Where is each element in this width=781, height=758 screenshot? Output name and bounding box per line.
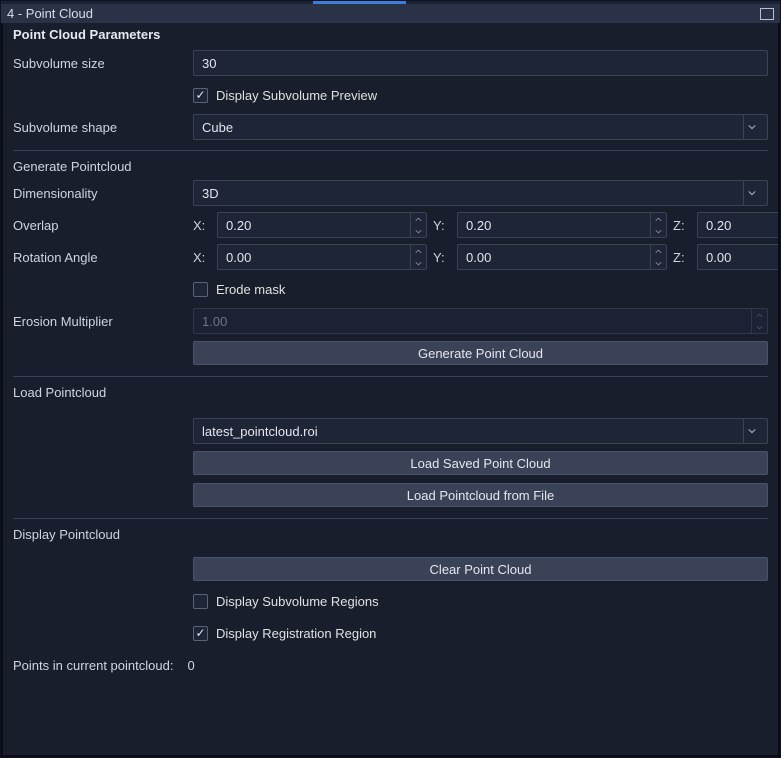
rotation-y-label: Y: bbox=[433, 250, 451, 265]
chevron-down-icon bbox=[743, 181, 759, 205]
erode-mask-label: Erode mask bbox=[216, 282, 285, 297]
load-saved-point-cloud-button[interactable]: Load Saved Point Cloud bbox=[193, 451, 768, 475]
divider bbox=[13, 376, 768, 377]
rotation-label: Rotation Angle bbox=[13, 250, 193, 265]
divider bbox=[13, 150, 768, 151]
rotation-x-label: X: bbox=[193, 250, 211, 265]
overlap-label: Overlap bbox=[13, 218, 193, 233]
spin-up-icon bbox=[752, 309, 767, 321]
overlap-x-spinbox[interactable] bbox=[217, 212, 427, 238]
spin-up-icon[interactable] bbox=[411, 245, 426, 257]
points-count-label: Points in current pointcloud: bbox=[13, 658, 173, 673]
section-title: Point Cloud Parameters bbox=[13, 27, 768, 42]
display-subvolume-regions-checkbox[interactable] bbox=[193, 594, 208, 609]
generate-heading: Generate Pointcloud bbox=[13, 159, 768, 174]
dock-icon[interactable] bbox=[760, 8, 774, 20]
dimensionality-combobox[interactable]: 3D bbox=[193, 180, 768, 206]
titlebar[interactable]: 4 - Point Cloud bbox=[1, 1, 780, 23]
display-subvolume-preview-label: Display Subvolume Preview bbox=[216, 88, 377, 103]
spin-down-icon[interactable] bbox=[651, 225, 666, 237]
subvolume-shape-value: Cube bbox=[202, 120, 233, 135]
subvolume-shape-combobox[interactable]: Cube bbox=[193, 114, 768, 140]
load-heading: Load Pointcloud bbox=[13, 385, 768, 400]
overlap-x-label: X: bbox=[193, 218, 211, 233]
chevron-down-icon bbox=[743, 419, 759, 443]
load-pointcloud-from-file-button[interactable]: Load Pointcloud from File bbox=[193, 483, 768, 507]
subvolume-size-input[interactable] bbox=[193, 50, 768, 76]
spin-up-icon[interactable] bbox=[651, 213, 666, 225]
divider bbox=[13, 518, 768, 519]
pointcloud-file-combobox[interactable]: latest_pointcloud.roi bbox=[193, 418, 768, 444]
erosion-multiplier-input bbox=[194, 309, 751, 333]
generate-point-cloud-button[interactable]: Generate Point Cloud bbox=[193, 341, 768, 365]
erode-mask-checkbox[interactable] bbox=[193, 282, 208, 297]
dimensionality-label: Dimensionality bbox=[13, 186, 193, 201]
display-registration-region-checkbox[interactable] bbox=[193, 626, 208, 641]
display-subvolume-preview-checkbox[interactable] bbox=[193, 88, 208, 103]
rotation-x-input[interactable] bbox=[218, 245, 410, 269]
overlap-y-spinbox[interactable] bbox=[457, 212, 667, 238]
spin-down-icon[interactable] bbox=[411, 225, 426, 237]
spin-up-icon[interactable] bbox=[411, 213, 426, 225]
overlap-z-input[interactable] bbox=[698, 213, 780, 237]
rotation-x-spinbox[interactable] bbox=[217, 244, 427, 270]
display-registration-region-label: Display Registration Region bbox=[216, 626, 376, 641]
erosion-multiplier-label: Erosion Multiplier bbox=[13, 314, 193, 329]
overlap-z-spinbox[interactable] bbox=[697, 212, 780, 238]
dimensionality-value: 3D bbox=[202, 186, 219, 201]
clear-point-cloud-button[interactable]: Clear Point Cloud bbox=[193, 557, 768, 581]
rotation-z-spinbox[interactable] bbox=[697, 244, 780, 270]
chevron-down-icon bbox=[743, 115, 759, 139]
spin-down-icon bbox=[752, 321, 767, 333]
points-count-value: 0 bbox=[187, 658, 194, 673]
spin-down-icon[interactable] bbox=[651, 257, 666, 269]
overlap-z-label: Z: bbox=[673, 218, 691, 233]
window-title: 4 - Point Cloud bbox=[7, 6, 93, 21]
rotation-y-input[interactable] bbox=[458, 245, 650, 269]
subvolume-size-label: Subvolume size bbox=[13, 56, 193, 71]
rotation-y-spinbox[interactable] bbox=[457, 244, 667, 270]
overlap-y-label: Y: bbox=[433, 218, 451, 233]
panel-body: Point Cloud Parameters Subvolume size Di… bbox=[1, 23, 780, 757]
rotation-z-label: Z: bbox=[673, 250, 691, 265]
spin-down-icon[interactable] bbox=[411, 257, 426, 269]
overlap-x-input[interactable] bbox=[218, 213, 410, 237]
pointcloud-file-value: latest_pointcloud.roi bbox=[202, 424, 318, 439]
subvolume-shape-label: Subvolume shape bbox=[13, 120, 193, 135]
rotation-z-input[interactable] bbox=[698, 245, 780, 269]
display-subvolume-regions-label: Display Subvolume Regions bbox=[216, 594, 379, 609]
erosion-multiplier-spinbox bbox=[193, 308, 768, 334]
display-heading: Display Pointcloud bbox=[13, 527, 768, 542]
spin-up-icon[interactable] bbox=[651, 245, 666, 257]
point-cloud-panel: 4 - Point Cloud Point Cloud Parameters S… bbox=[0, 0, 781, 758]
overlap-y-input[interactable] bbox=[458, 213, 650, 237]
